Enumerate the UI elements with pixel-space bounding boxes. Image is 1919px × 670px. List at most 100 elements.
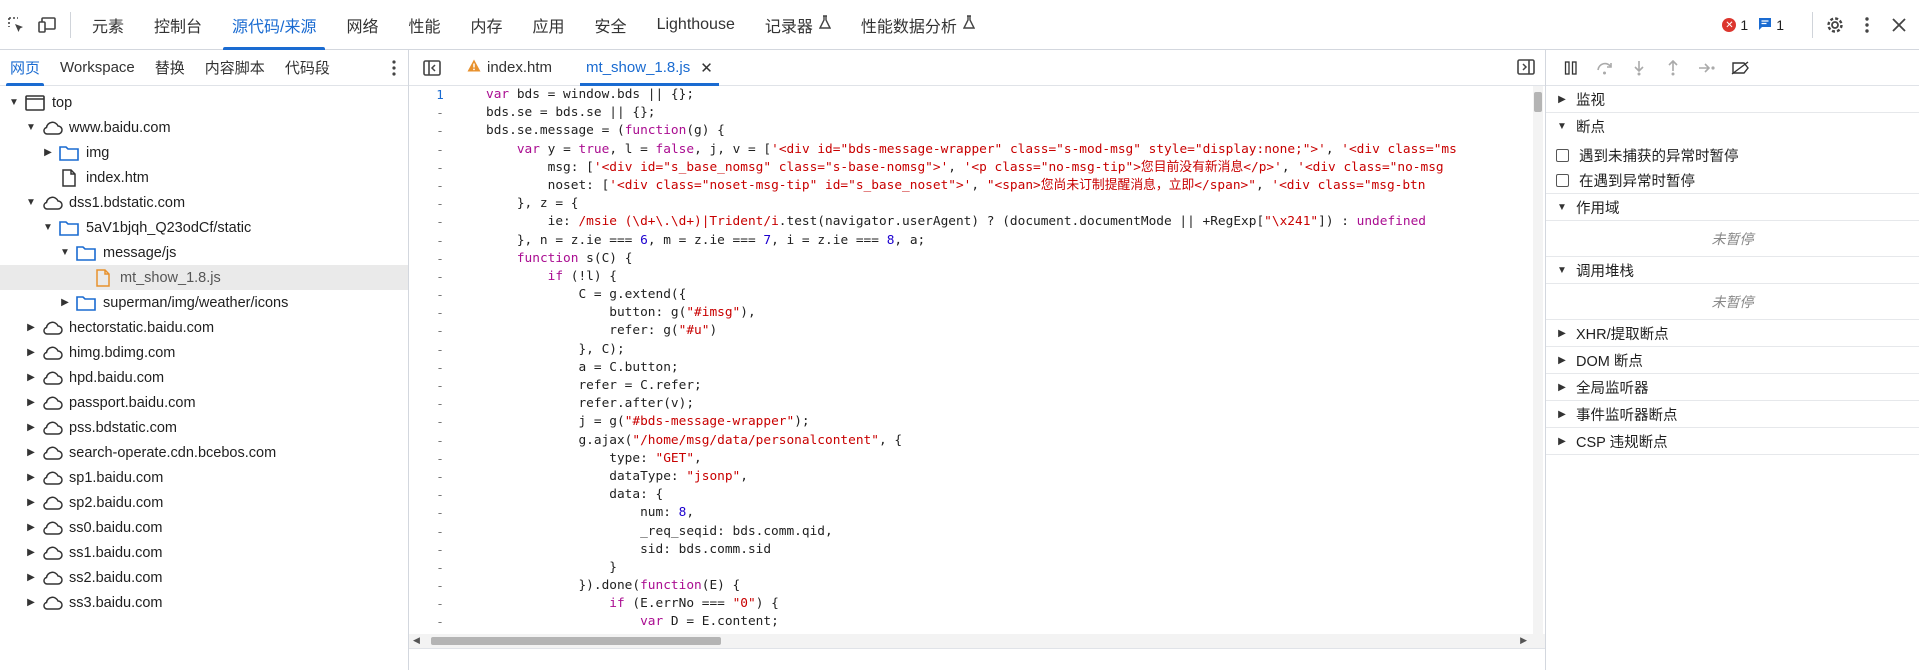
chevron-right-icon[interactable]: ▶ xyxy=(25,397,37,408)
scroll-left-icon[interactable]: ◀ xyxy=(413,635,420,646)
tree-item[interactable]: ▶ hectorstatic.baidu.com xyxy=(0,315,408,340)
chevron-right-icon[interactable]: ▶ xyxy=(25,422,37,433)
line-number[interactable]: - xyxy=(409,413,461,431)
step-over-icon[interactable] xyxy=(1588,50,1622,86)
code-line[interactable]: ie: /msie (\d+\.\d+)|Trident/i.test(navi… xyxy=(486,213,1531,231)
scroll-right-icon[interactable]: ▶ xyxy=(1520,635,1527,646)
code-line[interactable]: if (E.errNo === "0") { xyxy=(486,595,1531,613)
line-number[interactable]: - xyxy=(409,613,461,631)
section-global-listeners[interactable]: ▶ 全局监听器 xyxy=(1546,374,1919,401)
tab-lighthouse[interactable]: Lighthouse xyxy=(642,0,750,50)
line-number[interactable]: - xyxy=(409,377,461,395)
line-number[interactable]: - xyxy=(409,341,461,359)
code-line[interactable]: a = C.button; xyxy=(486,359,1531,377)
chevron-right-icon[interactable]: ▶ xyxy=(25,547,37,558)
code-line[interactable]: j = g("#bds-message-wrapper"); xyxy=(486,413,1531,431)
pause-icon[interactable] xyxy=(1554,50,1588,86)
code-line[interactable]: type: "GET", xyxy=(486,450,1531,468)
line-number[interactable]: 1 xyxy=(409,86,461,104)
section-breakpoints[interactable]: ▼ 断点 xyxy=(1546,113,1919,140)
line-number[interactable]: - xyxy=(409,213,461,231)
chevron-right-icon[interactable]: ▶ xyxy=(25,347,37,358)
line-number[interactable]: - xyxy=(409,359,461,377)
line-number[interactable]: - xyxy=(409,268,461,286)
tab-content-scripts[interactable]: 内容脚本 xyxy=(195,50,275,86)
chevron-right-icon[interactable]: ▶ xyxy=(25,447,37,458)
step-out-icon[interactable] xyxy=(1656,50,1690,86)
code-line[interactable]: noset: ['<div class="noset-msg-tip" id="… xyxy=(486,177,1531,195)
code-line[interactable]: _req_seqid: bds.comm.qid, xyxy=(486,523,1531,541)
toggle-navigator-button[interactable] xyxy=(409,50,455,86)
code-line[interactable]: dataType: "jsonp", xyxy=(486,468,1531,486)
gear-icon[interactable] xyxy=(1819,0,1851,50)
tab-security[interactable]: 安全 xyxy=(580,0,642,50)
device-toolbar-icon[interactable] xyxy=(32,0,64,50)
tree-item[interactable]: ▶ ss0.baidu.com xyxy=(0,515,408,540)
code-line[interactable]: bds.se.message = (function(g) { xyxy=(486,122,1531,140)
tree-item[interactable]: mt_show_1.8.js xyxy=(0,265,408,290)
section-csp-breakpoints[interactable]: ▶ CSP 违规断点 xyxy=(1546,428,1919,455)
horizontal-scrollbar[interactable]: ◀ ▶ xyxy=(409,634,1545,648)
tree-item[interactable]: ▶ superman/img/weather/icons xyxy=(0,290,408,315)
tree-item[interactable]: ▼ message/js xyxy=(0,240,408,265)
code-area[interactable]: 1----------------------------- var bds =… xyxy=(409,86,1545,634)
code-line[interactable]: }).done(function(E) { xyxy=(486,577,1531,595)
code-line[interactable]: msg: ['<div id="s_base_nomsg" class="s-b… xyxy=(486,159,1531,177)
code-line[interactable]: sid: bds.comm.sid xyxy=(486,541,1531,559)
line-number[interactable]: - xyxy=(409,232,461,250)
tab-network[interactable]: 网络 xyxy=(331,0,393,50)
code-line[interactable]: } xyxy=(486,559,1531,577)
chevron-down-icon[interactable]: ▼ xyxy=(59,247,71,258)
tree-item[interactable]: ▶ search-operate.cdn.bcebos.com xyxy=(0,440,408,465)
section-xhr-breakpoints[interactable]: ▶ XHR/提取断点 xyxy=(1546,320,1919,347)
section-scope[interactable]: ▼ 作用域 xyxy=(1546,194,1919,221)
tree-item[interactable]: ▶ hpd.baidu.com xyxy=(0,365,408,390)
chevron-right-icon[interactable]: ▶ xyxy=(25,372,37,383)
tree-item[interactable]: ▶ pss.bdstatic.com xyxy=(0,415,408,440)
close-icon[interactable] xyxy=(1883,0,1915,50)
line-number[interactable]: - xyxy=(409,322,461,340)
section-event-listener-breakpoints[interactable]: ▶ 事件监听器断点 xyxy=(1546,401,1919,428)
chevron-down-icon[interactable]: ▼ xyxy=(8,97,20,108)
code-line[interactable]: }, C); xyxy=(486,341,1531,359)
scrollbar-thumb[interactable] xyxy=(1534,92,1542,112)
code-line[interactable]: num: 8, xyxy=(486,504,1531,522)
chevron-right-icon[interactable]: ▶ xyxy=(25,472,37,483)
more-options-icon[interactable] xyxy=(1851,0,1883,50)
tree-item[interactable]: ▶ ss3.baidu.com xyxy=(0,590,408,615)
tab-console[interactable]: 控制台 xyxy=(139,0,217,50)
tree-item[interactable]: ▶ img xyxy=(0,140,408,165)
chevron-right-icon[interactable]: ▶ xyxy=(25,572,37,583)
tree-item[interactable]: ▶ sp2.baidu.com xyxy=(0,490,408,515)
line-number[interactable]: - xyxy=(409,286,461,304)
more-icon[interactable] xyxy=(392,50,396,86)
section-watch[interactable]: ▶ 监视 xyxy=(1546,86,1919,113)
vertical-scrollbar[interactable] xyxy=(1533,86,1543,634)
step-icon[interactable] xyxy=(1690,50,1724,86)
tree-item[interactable]: ▼ top xyxy=(0,90,408,115)
deactivate-breakpoints-icon[interactable] xyxy=(1724,50,1758,86)
line-number[interactable]: - xyxy=(409,195,461,213)
tree-item[interactable]: ▶ ss1.baidu.com xyxy=(0,540,408,565)
line-number[interactable]: - xyxy=(409,504,461,522)
chevron-down-icon[interactable]: ▼ xyxy=(42,222,54,233)
line-number[interactable]: - xyxy=(409,432,461,450)
line-number[interactable]: - xyxy=(409,304,461,322)
line-number[interactable]: - xyxy=(409,577,461,595)
tab-sources[interactable]: 源代码/来源 xyxy=(217,0,331,50)
line-number[interactable]: - xyxy=(409,468,461,486)
chevron-down-icon[interactable]: ▼ xyxy=(25,197,37,208)
line-number[interactable]: - xyxy=(409,250,461,268)
code-line[interactable]: var D = E.content; xyxy=(486,613,1531,631)
code-line[interactable]: function s(C) { xyxy=(486,250,1531,268)
line-number[interactable]: - xyxy=(409,395,461,413)
line-number[interactable]: - xyxy=(409,595,461,613)
line-number[interactable]: - xyxy=(409,450,461,468)
chevron-right-icon[interactable]: ▶ xyxy=(42,147,54,158)
code-line[interactable]: refer.after(v); xyxy=(486,395,1531,413)
code-lines[interactable]: var bds = window.bds || {}; bds.se = bds.… xyxy=(486,86,1531,634)
code-line[interactable]: g.ajax("/home/msg/data/personalcontent",… xyxy=(486,432,1531,450)
line-number[interactable]: - xyxy=(409,523,461,541)
scrollbar-thumb[interactable] xyxy=(431,637,721,645)
line-number[interactable]: - xyxy=(409,141,461,159)
